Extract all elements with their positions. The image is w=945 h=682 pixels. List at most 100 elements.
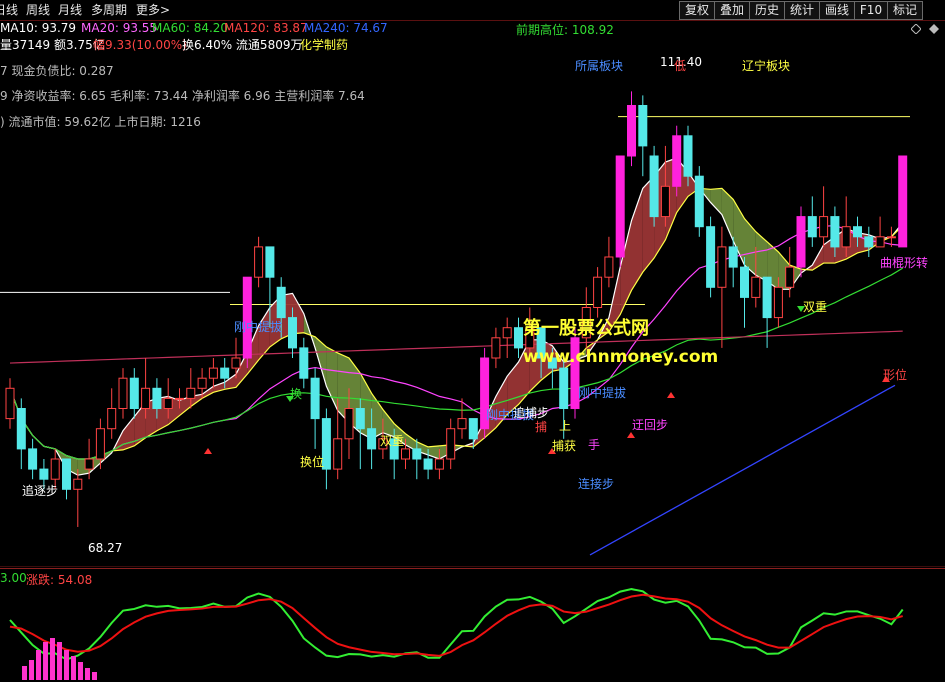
catch-mark-label: 捕 — [535, 420, 548, 434]
candle-body — [819, 216, 829, 238]
candle-body — [593, 276, 603, 309]
candle-body — [5, 387, 15, 420]
trend-band-segment — [123, 416, 135, 450]
candle-body — [886, 236, 896, 239]
candle-body — [728, 246, 738, 268]
candle-body — [864, 236, 874, 248]
candle-body — [672, 135, 682, 187]
candle-body — [773, 286, 783, 319]
candle-body — [163, 397, 173, 409]
sub-indicator-bar — [29, 660, 34, 680]
candle-body — [355, 408, 365, 430]
low-mark-label: 低 — [674, 59, 687, 73]
catch-step-label: 连接步 — [578, 477, 615, 491]
candle-body — [401, 448, 410, 460]
low-price-label: 68.27 — [88, 541, 123, 555]
candle-body — [412, 448, 422, 460]
chase-step-label: 追逐步 — [22, 484, 59, 498]
candle-body — [446, 428, 456, 460]
sub-indicator-value: 3.00 — [0, 571, 27, 585]
candle-body — [875, 236, 885, 248]
candle-body — [491, 337, 501, 359]
up-mark-label: 上 — [559, 419, 572, 433]
hand-label: 手 — [588, 438, 601, 452]
sub-indicator-bar — [71, 656, 76, 680]
candle-body — [84, 458, 94, 470]
candle-body — [62, 458, 71, 490]
ma120-line — [9, 330, 903, 364]
candle-body — [208, 367, 218, 379]
sub-indicator-bar — [85, 668, 90, 680]
ma240-line — [589, 384, 896, 556]
mid-pull-label-3: 刚中提拔 — [578, 386, 627, 400]
kline-chart[interactable] — [0, 0, 945, 682]
candle-body — [141, 387, 151, 409]
sub-indicator-bar — [92, 672, 97, 680]
return-step-label: 迂回步 — [632, 418, 669, 432]
signal-arrow — [667, 392, 675, 398]
sub-indicator-bar — [57, 642, 62, 680]
watermark-url: www.chnmoney.com — [523, 347, 719, 367]
candle-body — [660, 185, 670, 218]
candle-body — [762, 276, 772, 319]
candle-body — [265, 246, 275, 278]
double-heavy-label: 双重 — [380, 434, 405, 448]
sub-indicator-bar — [78, 662, 83, 680]
candle-body — [807, 216, 817, 238]
region-label: 辽宁板块 — [742, 59, 791, 73]
sub-indicator-bar — [50, 638, 55, 680]
swap-pos-label: 换位 — [300, 455, 325, 469]
candle-body — [344, 408, 354, 440]
candle-body — [231, 357, 241, 369]
candle-body — [796, 216, 806, 268]
mid-pull-label: 刚中提拔 — [234, 320, 283, 334]
candle-body — [129, 377, 139, 410]
sub-indicator-change: 涨跌: 54.08 — [26, 573, 93, 587]
candle-body — [898, 155, 908, 248]
sub-indicator-bar — [64, 650, 69, 680]
candle-body — [423, 458, 433, 470]
panel-divider — [0, 568, 945, 569]
candle-body — [175, 397, 184, 400]
candle-body — [186, 387, 196, 399]
sub-indicator-bar — [36, 650, 41, 680]
candle-body — [604, 256, 614, 278]
trend-band-segment — [721, 188, 734, 241]
signal-arrow — [204, 448, 212, 454]
candle-body — [197, 377, 207, 389]
candle-body — [299, 347, 309, 379]
candle-body — [276, 286, 286, 319]
candle-body — [73, 478, 83, 490]
candle-body — [615, 155, 625, 258]
candle-body — [468, 418, 478, 440]
candle-body — [740, 266, 749, 298]
candle-body — [367, 428, 377, 450]
candle-body — [310, 377, 320, 420]
candle-body — [683, 135, 693, 177]
panel-divider-shadow — [0, 566, 945, 567]
candle-body — [638, 105, 648, 147]
candle-body — [220, 367, 230, 379]
candle-body — [717, 246, 727, 288]
candle-body — [95, 428, 105, 460]
candle-body — [50, 458, 60, 480]
candle-body — [751, 276, 761, 298]
candle-body — [152, 387, 162, 409]
sub-indicator-bar — [22, 666, 27, 680]
candle-body — [514, 327, 523, 349]
candle-body — [457, 418, 467, 430]
candle-body — [333, 438, 343, 470]
candle-body — [288, 317, 297, 349]
trend-band-segment — [326, 346, 338, 411]
candle-body — [627, 105, 636, 157]
grab-label: 捕获 — [552, 439, 577, 453]
double-heavy-label-2: 双重 — [803, 300, 828, 314]
candle-body — [830, 216, 840, 248]
candle-body — [28, 448, 38, 470]
candle-body — [107, 408, 117, 430]
trend-band-segment — [710, 188, 722, 215]
candle-body — [118, 377, 128, 410]
candle-body — [853, 226, 862, 238]
candle-body — [706, 226, 716, 288]
candle-body — [434, 458, 444, 470]
